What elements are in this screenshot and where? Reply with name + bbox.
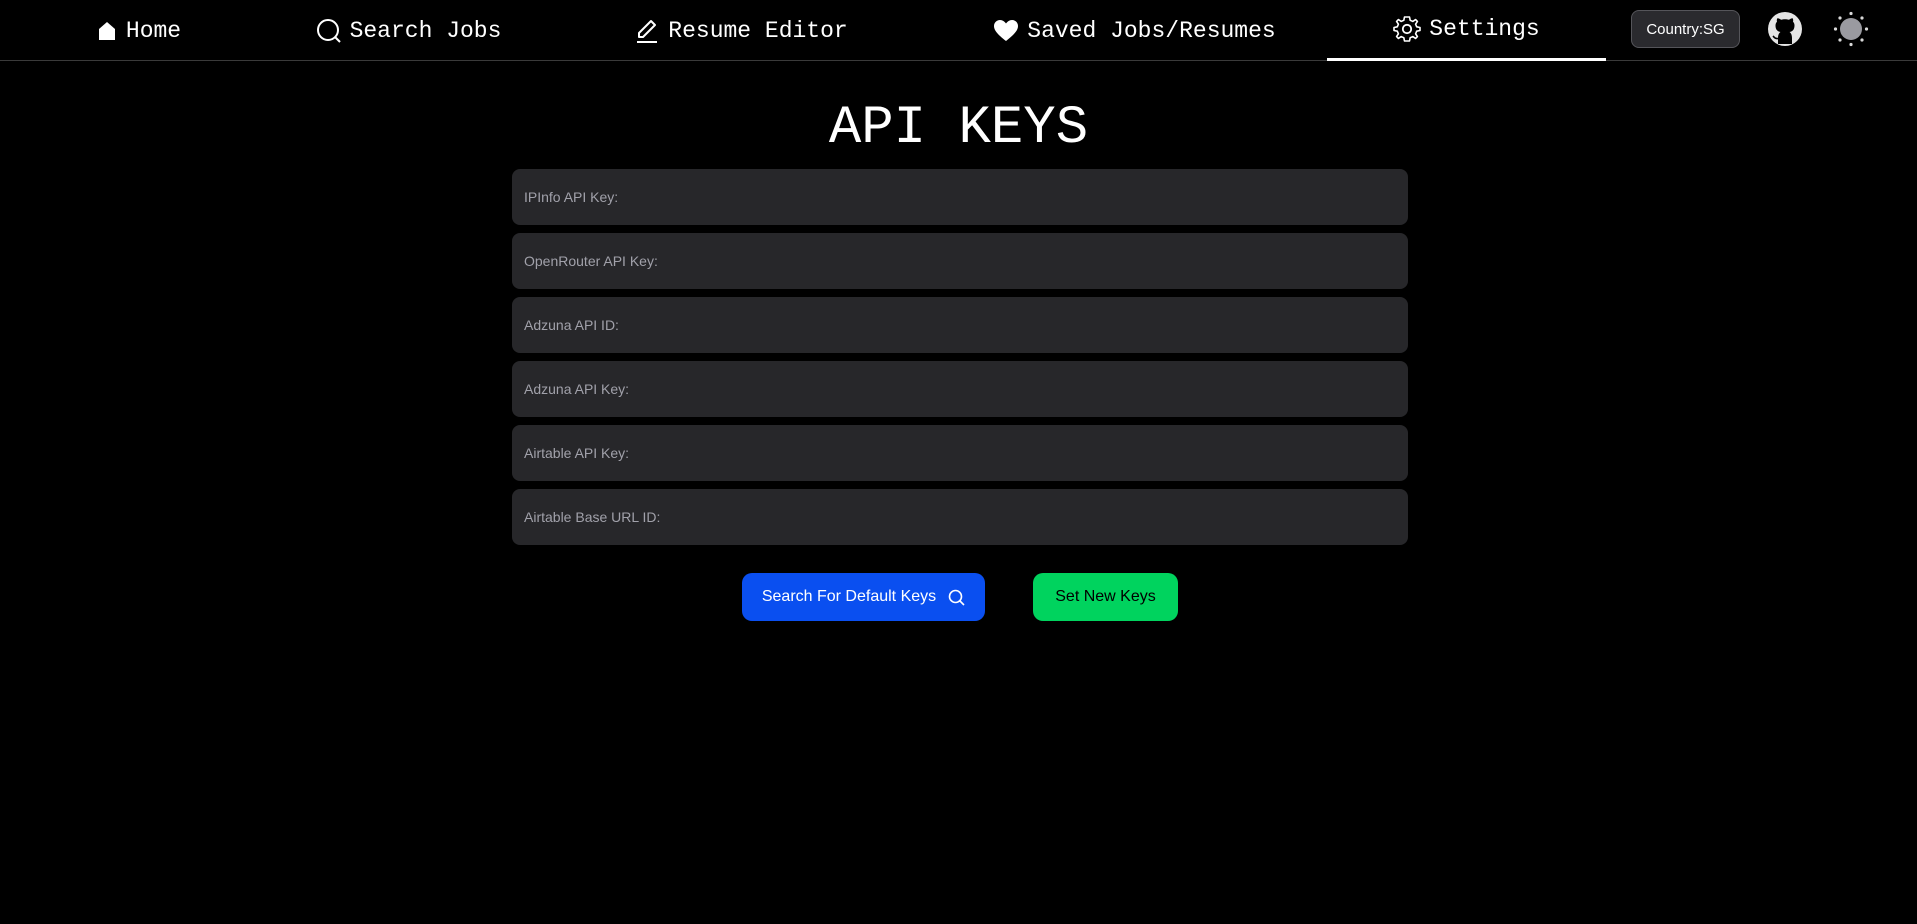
heart-icon <box>993 19 1019 43</box>
ipinfo-api-key-field[interactable] <box>512 169 1408 225</box>
tab-resume-editor[interactable]: Resume Editor <box>540 0 942 61</box>
top-navbar: Home Search Jobs Resume Editor Saved Job… <box>0 0 1917 61</box>
tab-settings-label: Settings <box>1429 16 1540 42</box>
airtable-api-key-field[interactable] <box>512 425 1408 481</box>
pencil-icon <box>634 18 660 44</box>
sun-icon[interactable] <box>1833 11 1869 47</box>
tab-search-jobs-label: Search Jobs <box>349 17 502 44</box>
search-default-keys-label: Search For Default Keys <box>761 588 937 605</box>
home-icon <box>96 20 118 42</box>
country-selector-button[interactable]: Country:SG <box>1631 10 1740 48</box>
tab-search-jobs[interactable]: Search Jobs <box>277 0 540 61</box>
tab-settings[interactable]: Settings <box>1327 0 1606 61</box>
search-icon <box>948 589 965 606</box>
airtable-base-url-id-field[interactable] <box>512 489 1408 545</box>
github-icon[interactable] <box>1767 11 1803 47</box>
tab-home[interactable]: Home <box>0 0 277 61</box>
tab-saved-jobs-resumes-label: Saved Jobs/Resumes <box>1027 17 1276 44</box>
openrouter-api-key-field[interactable] <box>512 233 1408 289</box>
tab-resume-editor-label: Resume Editor <box>668 17 848 44</box>
set-new-keys-button[interactable]: Set New Keys <box>1033 573 1178 621</box>
search-icon <box>316 18 342 44</box>
adzuna-api-key-field[interactable] <box>512 361 1408 417</box>
adzuna-api-id-field[interactable] <box>512 297 1408 353</box>
tab-saved-jobs-resumes[interactable]: Saved Jobs/Resumes <box>942 0 1327 61</box>
search-default-keys-button[interactable]: Search For Default Keys <box>742 573 985 621</box>
tab-home-label: Home <box>125 17 182 44</box>
page-title: API KEYS <box>828 98 1089 159</box>
gear-icon <box>1393 15 1422 43</box>
